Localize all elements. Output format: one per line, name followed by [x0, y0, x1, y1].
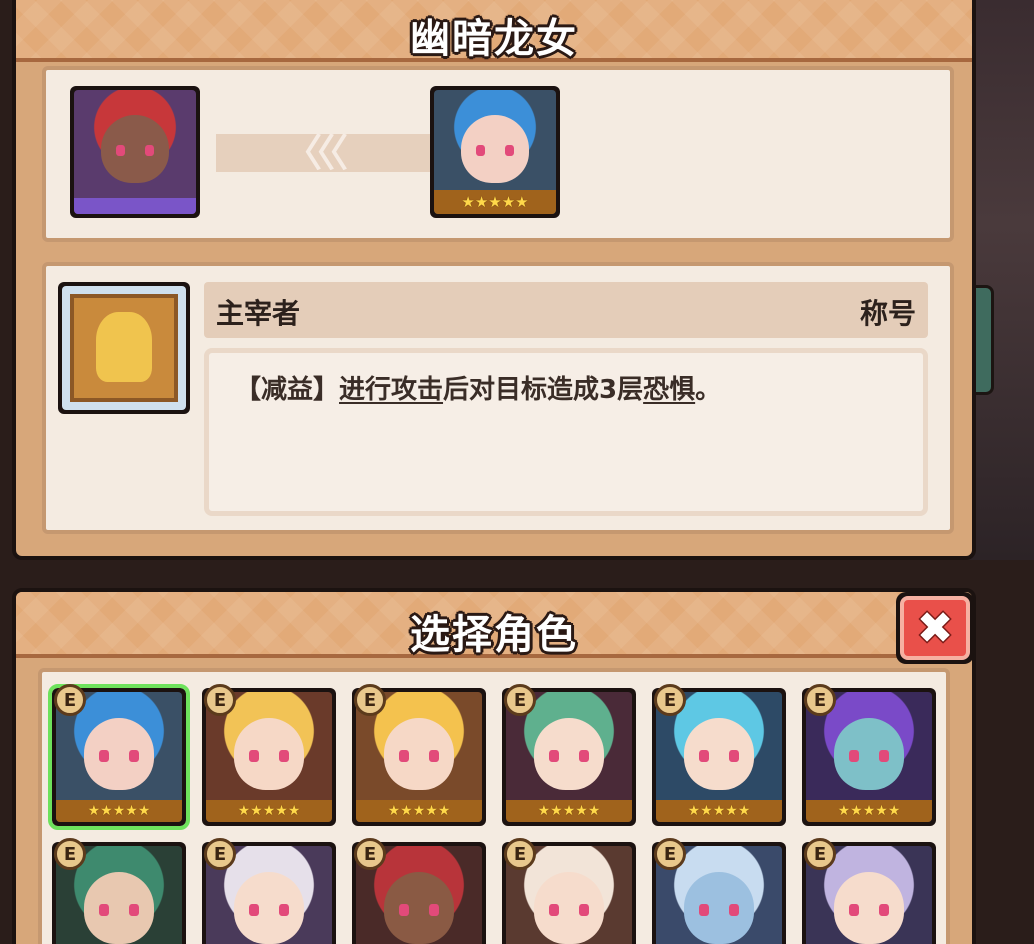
- golden-figure-icon: [96, 312, 152, 382]
- rarity-bar: [74, 198, 196, 214]
- equipment-badge: E: [204, 684, 236, 716]
- select-title: 选择角色: [410, 612, 578, 658]
- eye-icon: [728, 904, 739, 916]
- equipment-badge: E: [354, 838, 386, 870]
- equipment-badge: E: [504, 838, 536, 870]
- character-face: [233, 872, 305, 944]
- equipment-badge: E: [54, 684, 86, 716]
- character-title: 幽暗龙女: [410, 16, 578, 62]
- star-rating: ★★★★★: [656, 800, 782, 822]
- detail-banner: 幽暗龙女: [16, 0, 972, 62]
- select-banner: 选择角色: [16, 592, 972, 658]
- eye-icon: [849, 750, 860, 762]
- eye-icon: [578, 904, 589, 916]
- eye-icon: [578, 750, 589, 762]
- character-face: [83, 872, 155, 944]
- skill-name: 主宰者: [216, 297, 301, 330]
- equipment-badge: E: [354, 684, 386, 716]
- portrait-art: [74, 90, 196, 214]
- eye-icon: [399, 904, 410, 916]
- eye-icon: [278, 904, 289, 916]
- character-face: [833, 872, 905, 944]
- eye-icon: [278, 750, 289, 762]
- eye-icon: [249, 904, 260, 916]
- equipment-badge: E: [54, 838, 86, 870]
- eye-icon: [249, 750, 260, 762]
- star-rating: ★★★★★: [356, 800, 482, 822]
- skill-header: 主宰者 称号: [204, 282, 928, 338]
- eye-icon: [849, 904, 860, 916]
- character-face: [533, 872, 605, 944]
- eye-icon: [699, 904, 710, 916]
- eye-icon: [428, 904, 439, 916]
- skill-icon-core: [70, 294, 178, 402]
- star-rating: ★★★★★: [206, 800, 332, 822]
- eye-icon: [115, 145, 126, 157]
- character-face: [383, 872, 455, 944]
- skill-icon[interactable]: [58, 282, 190, 414]
- description-text: 后对目标造成3层: [443, 375, 644, 405]
- close-icon: ✖: [900, 596, 970, 660]
- keyword-link-attack[interactable]: 进行攻击: [339, 375, 443, 405]
- eye-icon: [549, 750, 560, 762]
- character-face: [233, 718, 305, 790]
- star-rating: ★★★★★: [506, 800, 632, 822]
- equipment-badge: E: [654, 838, 686, 870]
- eye-icon: [699, 750, 710, 762]
- description-end: 。: [695, 375, 722, 405]
- eye-icon: [99, 904, 110, 916]
- character-face: [460, 114, 530, 183]
- equipment-badge: E: [654, 684, 686, 716]
- eye-icon: [128, 750, 139, 762]
- equipment-badge: E: [204, 838, 236, 870]
- portrait-art: ★★★★★: [434, 90, 556, 214]
- evolution-from-portrait[interactable]: [70, 86, 200, 218]
- skill-description-box: 【减益】进行攻击后对目标造成3层恐惧。: [204, 348, 928, 516]
- skill-description: 【减益】进行攻击后对目标造成3层恐惧。: [235, 369, 721, 406]
- close-button[interactable]: ✖: [896, 592, 974, 664]
- eye-icon: [878, 750, 889, 762]
- eye-icon: [399, 750, 410, 762]
- debuff-tag: 【减益】: [235, 375, 340, 405]
- evolution-to-portrait[interactable]: ★★★★★: [430, 86, 560, 218]
- equipment-badge: E: [504, 684, 536, 716]
- character-face: [100, 114, 170, 183]
- eye-icon: [878, 904, 889, 916]
- chevron-left-triple-icon: 〈〈〈: [284, 131, 348, 175]
- character-face: [533, 718, 605, 790]
- equipment-badge: E: [804, 684, 836, 716]
- eye-icon: [728, 750, 739, 762]
- star-rating: ★★★★★: [806, 800, 932, 822]
- eye-icon: [475, 145, 486, 157]
- character-face: [683, 872, 755, 944]
- character-face: [683, 718, 755, 790]
- star-rating: ★★★★★: [56, 800, 182, 822]
- eye-icon: [549, 904, 560, 916]
- eye-icon: [128, 904, 139, 916]
- eye-icon: [99, 750, 110, 762]
- skill-type: 称号: [859, 297, 916, 330]
- character-face: [833, 718, 905, 790]
- star-rating: ★★★★★: [434, 190, 556, 214]
- eye-icon: [504, 145, 515, 157]
- evolution-arrow-track: 〈〈〈: [216, 134, 446, 172]
- eye-icon: [428, 750, 439, 762]
- character-face: [83, 718, 155, 790]
- character-face: [383, 718, 455, 790]
- skill-icon-frame: [62, 286, 186, 410]
- eye-icon: [144, 145, 155, 157]
- equipment-badge: E: [804, 838, 836, 870]
- keyword-link-fear[interactable]: 恐惧: [643, 375, 695, 405]
